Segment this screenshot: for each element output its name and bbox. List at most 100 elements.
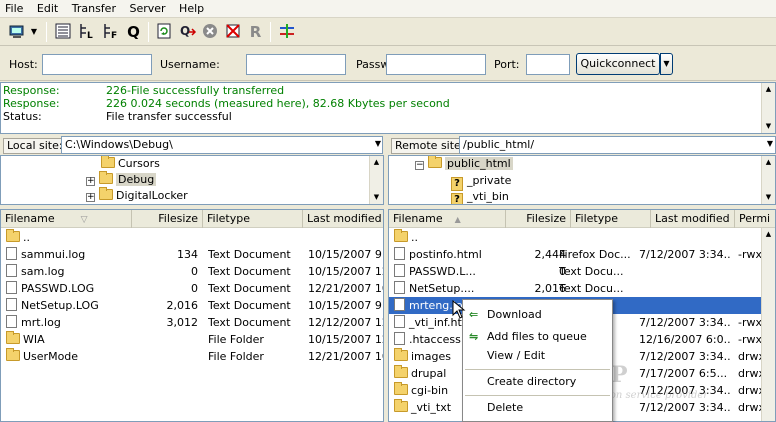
table-row[interactable]: postinfo.html 2,444 Firefox Doc... 7/12/200…	[389, 246, 764, 263]
remote-path-dropdown-icon[interactable]: ▼	[767, 139, 773, 148]
file-icon	[394, 247, 405, 260]
filesize-cell: 2,444	[534, 248, 567, 261]
file-icon	[394, 281, 405, 294]
folder-icon	[99, 171, 113, 184]
menu-transfer[interactable]: Transfer	[67, 0, 121, 15]
toggle-remote-tree-icon[interactable]: F	[100, 21, 121, 42]
remote-tree-scrollbar[interactable]: ▲ ▼	[761, 156, 775, 204]
table-row[interactable]: sammui.log 134 Text Document 10/15/2007 9:2	[1, 246, 383, 263]
menu-edit[interactable]: Edit	[32, 0, 63, 15]
column-filesize[interactable]: Filesize	[506, 210, 571, 228]
scroll-down-icon[interactable]: ▼	[762, 191, 775, 204]
remote-path-input[interactable]: /public_html/	[459, 136, 776, 154]
column-last-modified[interactable]: Last modified	[303, 210, 383, 228]
compare-icon[interactable]	[276, 21, 297, 42]
process-queue-icon[interactable]: Q	[177, 21, 198, 42]
filename-cell: UserMode	[6, 348, 131, 365]
log-scrollbar[interactable]: ▲ ▼	[761, 83, 775, 133]
folder-icon	[6, 331, 20, 344]
local-site-bar: Local site: C:\Windows\Debug\ ▼	[0, 135, 384, 155]
table-row[interactable]: UserMode File Folder 12/21/2007 10:	[1, 348, 383, 365]
column-filetype[interactable]: Filetype	[203, 210, 303, 228]
file-icon	[6, 264, 17, 277]
host-input[interactable]	[42, 54, 152, 75]
table-row[interactable]: mrt.log 3,012 Text Document 12/12/2007 12:	[1, 314, 383, 331]
table-row[interactable]: NetSetup.... 2,016 Text Docu...	[389, 280, 763, 297]
site-manager-icon[interactable]	[6, 21, 27, 42]
file-icon	[394, 298, 405, 311]
scroll-up-icon[interactable]: ▲	[762, 228, 775, 241]
quickconnect-dropdown-icon[interactable]: ▼	[660, 53, 673, 75]
folder-icon	[99, 187, 113, 200]
toggle-queue-icon[interactable]: Q	[123, 21, 144, 42]
refresh-icon[interactable]	[153, 21, 174, 42]
file-icon	[6, 281, 17, 294]
dropdown-arrow-icon[interactable]: ▼	[28, 21, 40, 42]
port-input[interactable]	[526, 54, 570, 75]
scroll-up-icon[interactable]: ▲	[762, 156, 775, 169]
modified-cell: 10/15/2007 12:	[308, 265, 383, 278]
menu-server[interactable]: Server	[124, 0, 170, 15]
column-filename[interactable]: Filename ▲	[389, 210, 506, 228]
menu-file[interactable]: File	[0, 0, 28, 15]
tree-item-digitallocker[interactable]: + DigitalLocker	[86, 187, 188, 204]
quickconnect-button[interactable]: Quickconnect	[576, 53, 660, 75]
tree-item-label: _private	[467, 174, 512, 187]
table-row[interactable]: WIA File Folder 10/15/2007 12:	[1, 331, 383, 348]
column-permissions[interactable]: Permi	[735, 210, 775, 228]
disconnect-icon[interactable]	[222, 21, 243, 42]
filename-cell: mrt.log	[6, 314, 131, 331]
table-row[interactable]: ..	[1, 229, 383, 246]
modified-cell: 12/16/2007 6:0...	[639, 333, 731, 346]
toolbar: ▼ L F Q Q R	[0, 18, 776, 46]
filesize-cell: 2,016	[534, 282, 567, 295]
expand-icon[interactable]: +	[86, 177, 95, 186]
scroll-up-icon[interactable]: ▲	[762, 83, 775, 96]
table-row[interactable]: PASSWD.LOG 0 Text Document 12/21/2007 10:	[1, 280, 383, 297]
menu-help[interactable]: Help	[174, 0, 209, 15]
modified-cell: 12/21/2007 10:	[308, 282, 383, 295]
table-row[interactable]: NetSetup.LOG 2,016 Text Document 10/15/2007…	[1, 297, 383, 314]
menu-item-delete[interactable]: Delete	[487, 399, 523, 417]
expand-icon[interactable]: +	[86, 193, 95, 202]
table-row[interactable]: PASSWD.L... 0 Text Docu...	[389, 263, 763, 280]
menu-item-create-directory[interactable]: Create directory	[487, 373, 576, 391]
column-filetype[interactable]: Filetype	[571, 210, 651, 228]
scroll-up-icon[interactable]: ▲	[370, 156, 383, 169]
filesize-cell: 134	[177, 248, 198, 261]
local-tree-scrollbar[interactable]: ▲ ▼	[369, 156, 383, 204]
collapse-icon[interactable]: −	[415, 161, 424, 170]
tree-item-public-html[interactable]: − public_html	[415, 156, 513, 172]
mouse-cursor-icon	[452, 299, 466, 323]
menu-item-add-to-queue[interactable]: Add files to queue	[487, 328, 587, 346]
reconnect-icon[interactable]: R	[245, 21, 266, 42]
modified-cell: 12/12/2007 12:	[308, 316, 383, 329]
local-path-dropdown-icon[interactable]: ▼	[375, 139, 381, 148]
password-input[interactable]	[386, 54, 486, 75]
filename-cell: PASSWD.L...	[394, 263, 506, 280]
tree-item-private[interactable]: ? _private	[451, 173, 512, 191]
menu-item-download[interactable]: Download	[487, 306, 542, 324]
table-row[interactable]: ..	[389, 229, 763, 246]
tree-item-debug[interactable]: + Debug	[86, 171, 157, 188]
column-last-modified[interactable]: Last modified	[651, 210, 735, 228]
tree-item-label: public_html	[445, 157, 513, 170]
menu-item-view-edit[interactable]: View / Edit	[487, 347, 545, 365]
table-row[interactable]: sam.log 0 Text Document 10/15/2007 12:	[1, 263, 383, 280]
column-filesize[interactable]: Filesize	[132, 210, 203, 228]
local-path-input[interactable]: C:\Windows\Debug\	[61, 136, 383, 154]
message-log[interactable]: Response: 226-File successfully transfer…	[0, 82, 776, 134]
toggle-log-icon[interactable]	[52, 21, 73, 42]
folder-icon	[394, 229, 408, 242]
host-label: Host:	[9, 58, 38, 71]
tree-item-vti-bin[interactable]: ? _vti_bin	[451, 189, 509, 204]
filename-cell: sam.log	[6, 263, 131, 280]
toggle-local-tree-icon[interactable]: L	[76, 21, 97, 42]
tree-item-cursors[interactable]: Cursors	[101, 156, 160, 172]
column-filename[interactable]: Filename ▽	[1, 210, 132, 228]
remote-list-scrollbar[interactable]: ▲	[761, 228, 775, 421]
username-input[interactable]	[246, 54, 346, 75]
cancel-icon[interactable]	[199, 21, 220, 42]
scroll-down-icon[interactable]: ▼	[762, 120, 775, 133]
scroll-down-icon[interactable]: ▼	[370, 191, 383, 204]
